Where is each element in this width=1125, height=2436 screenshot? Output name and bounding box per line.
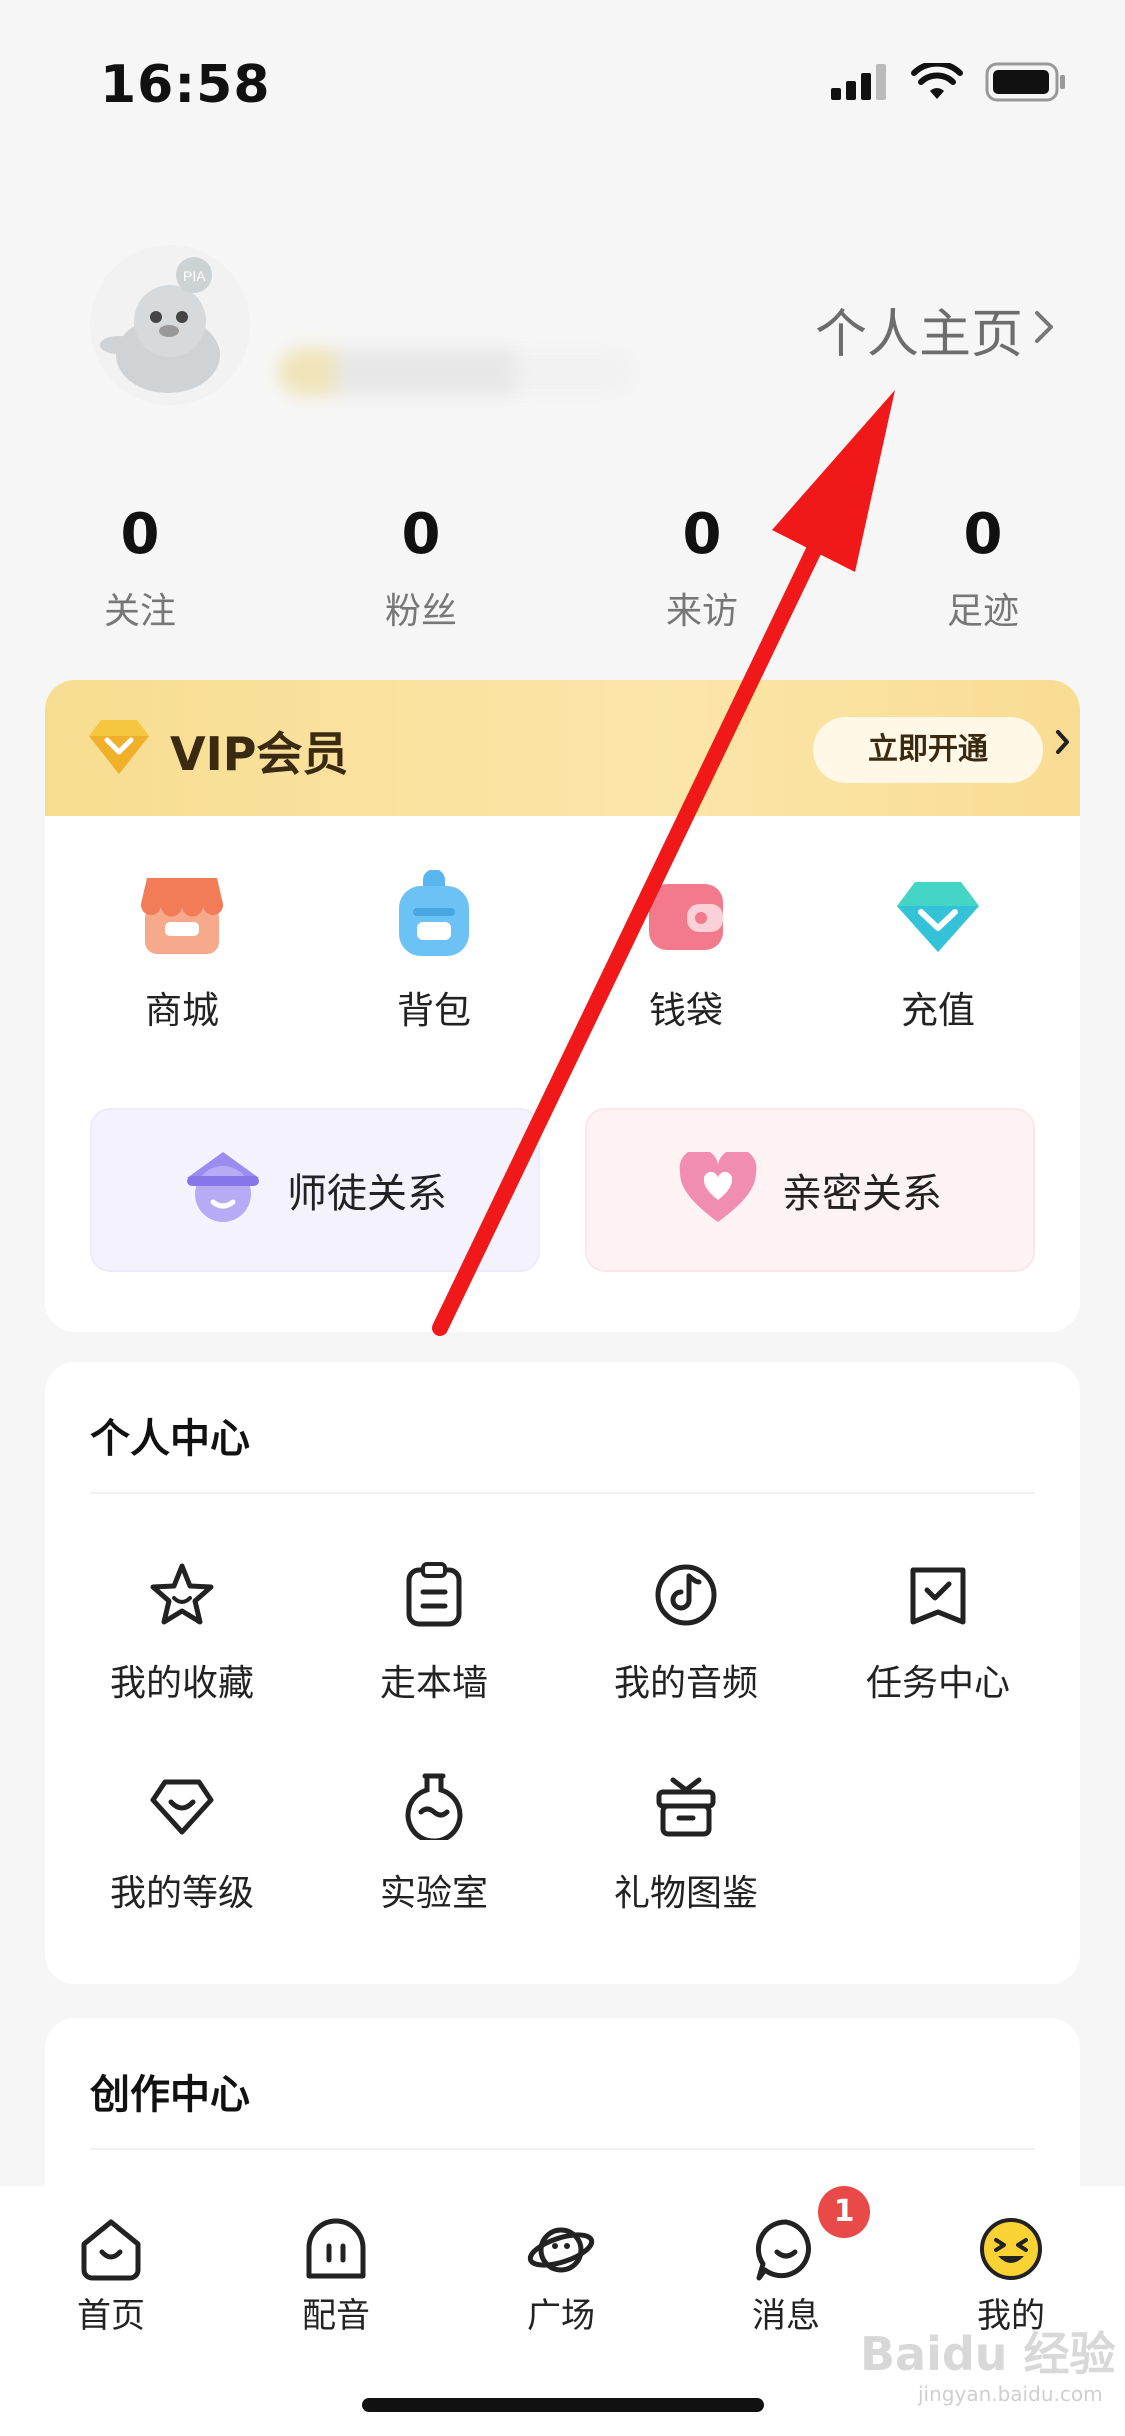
feature-lab[interactable]: 实验室 — [334, 1770, 534, 1916]
chevron-right-icon — [1055, 728, 1071, 760]
stats-row: 0 关注 0 粉丝 0 来访 0 足迹 — [0, 500, 1125, 650]
dubbing-icon — [301, 2214, 371, 2284]
tab-home[interactable]: 首页 — [36, 2214, 186, 2337]
me-icon — [976, 2214, 1046, 2284]
section-title: 创作中心 — [90, 2072, 250, 2118]
level-icon — [147, 1770, 217, 1840]
diamond-icon — [893, 870, 983, 960]
quick-label: 背包 — [397, 989, 471, 1032]
feature-favorites[interactable]: 我的收藏 — [82, 1560, 282, 1706]
lab-icon — [399, 1770, 469, 1844]
stat-label: 足迹 — [946, 591, 1019, 632]
stat-footprints[interactable]: 0 足迹 — [883, 500, 1083, 634]
quick-label: 充值 — [901, 989, 975, 1032]
quick-label: 商城 — [145, 989, 219, 1032]
status-time: 16:58 — [100, 55, 271, 115]
tab-label: 首页 — [77, 2296, 145, 2336]
personal-center-card: 个人中心 我的收藏 走本墙 我的音频 任务中心 我的等级 实验室 礼物图鉴 — [45, 1362, 1080, 1984]
battery-icon — [985, 62, 1067, 106]
quick-backpack[interactable]: 背包 — [334, 869, 534, 1034]
audio-icon — [651, 1560, 721, 1630]
stat-value: 0 — [682, 502, 722, 567]
planet-icon — [526, 2214, 596, 2284]
divider — [90, 2148, 1035, 2150]
tab-label: 消息 — [752, 2296, 820, 2336]
feature-label: 走本墙 — [379, 1663, 488, 1704]
home-icon — [76, 2214, 146, 2284]
stat-value: 0 — [120, 502, 160, 567]
baidu-watermark-url: jingyan.baidu.com — [918, 2382, 1103, 2406]
stat-label: 粉丝 — [384, 591, 457, 632]
feature-my-level[interactable]: 我的等级 — [82, 1770, 282, 1916]
blurred-username — [278, 348, 638, 396]
stat-value: 0 — [401, 502, 441, 567]
quick-actions: 商城 背包 钱袋 充值 — [45, 869, 1080, 1050]
wifi-icon — [911, 60, 963, 105]
mentor-relation-button[interactable]: 师徒关系 — [90, 1108, 540, 1272]
tab-plaza[interactable]: 广场 — [486, 2214, 636, 2337]
vip-title: VIP会员 — [170, 727, 349, 781]
quick-recharge[interactable]: 充值 — [838, 870, 1038, 1034]
star-icon — [147, 1560, 217, 1630]
tab-dubbing[interactable]: 配音 — [261, 2214, 411, 2337]
message-badge: 1 — [818, 2186, 870, 2238]
stat-visitors[interactable]: 0 来访 — [602, 500, 802, 634]
clipboard-icon — [399, 1560, 469, 1630]
task-icon — [903, 1560, 973, 1630]
profile-header: PIA 个人主页 — [0, 230, 1125, 430]
shop-icon — [137, 870, 227, 960]
vip-open-button[interactable]: 立即开通 — [813, 717, 1043, 783]
tab-label: 广场 — [527, 2296, 595, 2336]
status-icons — [831, 60, 1067, 106]
home-indicator — [362, 2398, 764, 2412]
stat-following[interactable]: 0 关注 — [40, 500, 240, 634]
vip-diamond-icon — [87, 716, 151, 780]
seal-mascot-icon: PIA — [90, 245, 250, 405]
feature-gift-catalog[interactable]: 礼物图鉴 — [586, 1770, 786, 1916]
quick-label: 钱袋 — [649, 989, 723, 1032]
quick-wallet[interactable]: 钱袋 — [586, 870, 786, 1034]
mentor-icon — [183, 1148, 263, 1232]
stat-value: 0 — [963, 502, 1003, 567]
intimate-relation-button[interactable]: 亲密关系 — [585, 1108, 1035, 1272]
quick-shop[interactable]: 商城 — [82, 870, 282, 1034]
vip-banner[interactable]: VIP会员 立即开通 — [45, 680, 1080, 816]
heart-icon — [678, 1148, 758, 1228]
feature-my-audio[interactable]: 我的音频 — [586, 1560, 786, 1706]
feature-label: 我的音频 — [613, 1663, 758, 1704]
relation-label: 师徒关系 — [287, 1171, 447, 1217]
feature-label: 任务中心 — [865, 1663, 1010, 1704]
personal-homepage-link[interactable]: 个人主页 — [815, 292, 1055, 367]
chevron-right-icon — [1033, 300, 1055, 360]
message-icon — [751, 2214, 821, 2284]
feature-label: 我的收藏 — [109, 1663, 254, 1704]
feature-task-center[interactable]: 任务中心 — [838, 1560, 1038, 1706]
avatar[interactable]: PIA — [90, 245, 250, 405]
divider — [90, 1492, 1035, 1494]
tab-label: 配音 — [302, 2296, 370, 2336]
svg-text:PIA: PIA — [183, 268, 206, 284]
stat-label: 关注 — [103, 591, 176, 632]
wallet-icon — [641, 870, 731, 960]
status-bar: 16:58 — [0, 0, 1125, 150]
section-title: 个人中心 — [90, 1416, 250, 1462]
relation-label: 亲密关系 — [782, 1171, 942, 1217]
cellular-signal-icon — [831, 64, 889, 104]
feature-label: 礼物图鉴 — [613, 1873, 758, 1914]
personal-homepage-label: 个人主页 — [814, 305, 1023, 365]
vip-card: VIP会员 立即开通 商城 背包 钱袋 充值 师徒关系 亲密关系 — [45, 680, 1080, 1332]
gift-icon — [651, 1770, 721, 1840]
baidu-watermark: Baidu 经验 — [860, 2327, 1116, 2381]
stat-fans[interactable]: 0 粉丝 — [321, 500, 521, 634]
feature-script-wall[interactable]: 走本墙 — [334, 1560, 534, 1706]
stat-label: 来访 — [665, 591, 738, 632]
feature-label: 实验室 — [379, 1873, 488, 1914]
backpack-icon — [389, 869, 479, 960]
feature-label: 我的等级 — [109, 1873, 254, 1914]
